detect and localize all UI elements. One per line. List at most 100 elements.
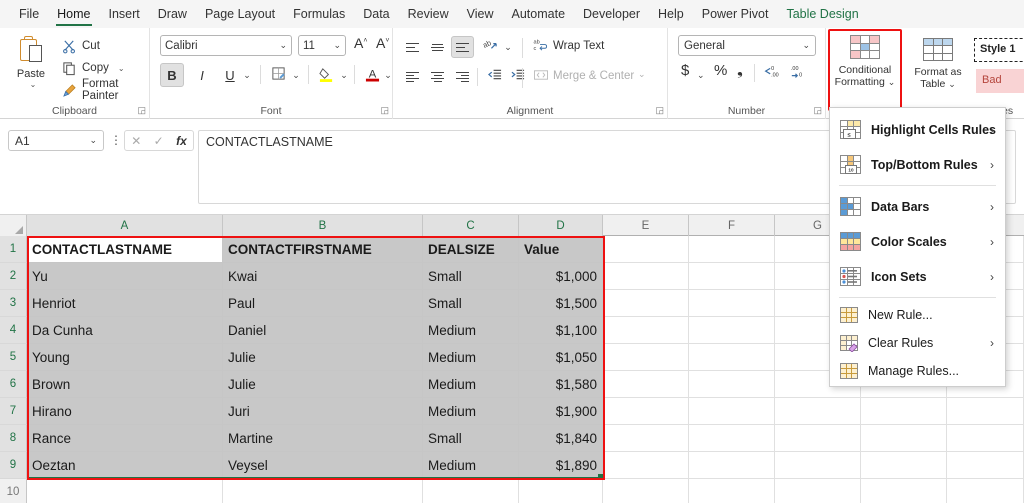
cell-style-style1[interactable]: Style 1: [974, 38, 1024, 62]
tab-data[interactable]: Data: [354, 3, 398, 25]
tab-developer[interactable]: Developer: [574, 3, 649, 25]
cell-b7[interactable]: Juri: [223, 398, 423, 425]
wrap-text-icon-btn[interactable]: ab c: [533, 36, 549, 58]
cell-g8[interactable]: [775, 425, 861, 452]
cell-e10[interactable]: [603, 479, 689, 503]
cell-c4[interactable]: Medium: [423, 317, 519, 344]
column-header-a[interactable]: A: [27, 215, 223, 236]
cell-i7[interactable]: [947, 398, 1024, 425]
cell-c2[interactable]: Small: [423, 263, 519, 290]
insert-function-icon[interactable]: fx: [176, 134, 187, 148]
tab-file[interactable]: File: [10, 3, 48, 25]
cell-h10[interactable]: [861, 479, 947, 503]
tab-view[interactable]: View: [458, 3, 503, 25]
paste-button[interactable]: Paste ⌄: [8, 34, 54, 100]
cell-a3[interactable]: Henriot: [27, 290, 223, 317]
underline-chevron-down-icon[interactable]: ⌄: [240, 63, 254, 87]
cell-e2[interactable]: [603, 263, 689, 290]
cell-f4[interactable]: [689, 317, 775, 344]
wrap-text-label[interactable]: Wrap Text: [553, 40, 604, 52]
cell-b9[interactable]: Veysel: [223, 452, 423, 479]
cell-f9[interactable]: [689, 452, 775, 479]
column-header-c[interactable]: C: [423, 215, 519, 236]
cell-c7[interactable]: Medium: [423, 398, 519, 425]
cell-g10[interactable]: [775, 479, 861, 503]
cell-i8[interactable]: [947, 425, 1024, 452]
cell-b2[interactable]: Kwai: [223, 263, 423, 290]
cell-c5[interactable]: Medium: [423, 344, 519, 371]
cell-i10[interactable]: [947, 479, 1024, 503]
row-header-9[interactable]: 9: [0, 452, 27, 479]
borders-button[interactable]: [266, 63, 290, 87]
column-header-d[interactable]: D: [519, 215, 603, 236]
copy-chevron-down-icon[interactable]: ⌄: [118, 64, 125, 73]
row-header-2[interactable]: 2: [0, 263, 27, 290]
italic-button[interactable]: I: [190, 63, 214, 87]
cell-d1[interactable]: Value: [519, 236, 603, 263]
cell-f5[interactable]: [689, 344, 775, 371]
tab-page-layout[interactable]: Page Layout: [196, 3, 284, 25]
column-header-f[interactable]: F: [689, 215, 775, 236]
cell-e1[interactable]: [603, 236, 689, 263]
row-header-6[interactable]: 6: [0, 371, 27, 398]
cell-g9[interactable]: [775, 452, 861, 479]
menu-item-icon-sets[interactable]: Icon Sets ›: [830, 259, 1005, 294]
increase-indent-button[interactable]: [506, 66, 529, 88]
column-header-b[interactable]: B: [223, 215, 423, 236]
accounting-format-button[interactable]: $: [681, 62, 689, 79]
cell-h8[interactable]: [861, 425, 947, 452]
font-size-chevron-down-icon[interactable]: ⌄: [333, 40, 341, 51]
cell-b4[interactable]: Daniel: [223, 317, 423, 344]
align-center-button[interactable]: [426, 66, 449, 88]
orientation-button[interactable]: ab: [479, 36, 502, 58]
cell-c9[interactable]: Medium: [423, 452, 519, 479]
cell-d3[interactable]: $1,500: [519, 290, 603, 317]
cell-g7[interactable]: [775, 398, 861, 425]
cell-d10[interactable]: [519, 479, 603, 503]
align-bottom-button[interactable]: [451, 36, 474, 58]
cell-d9[interactable]: $1,890: [519, 452, 603, 479]
underline-button[interactable]: U: [218, 63, 242, 87]
cell-a9[interactable]: Oeztan: [27, 452, 223, 479]
cell-d5[interactable]: $1,050: [519, 344, 603, 371]
number-format-select[interactable]: General ⌄: [678, 35, 816, 56]
borders-chevron-down-icon[interactable]: ⌄: [289, 63, 303, 87]
cell-b1[interactable]: CONTACTFIRSTNAME: [223, 236, 423, 263]
menu-item-color-scales[interactable]: Color Scales ›: [830, 224, 1005, 259]
cell-d2[interactable]: $1,000: [519, 263, 603, 290]
font-size-input[interactable]: 11 ⌄: [298, 35, 346, 56]
cell-a2[interactable]: Yu: [27, 263, 223, 290]
tab-insert[interactable]: Insert: [100, 3, 149, 25]
increase-font-size-button[interactable]: A˄: [354, 35, 367, 51]
cell-d6[interactable]: $1,580: [519, 371, 603, 398]
cell-f2[interactable]: [689, 263, 775, 290]
cell-b6[interactable]: Julie: [223, 371, 423, 398]
cell-a5[interactable]: Young: [27, 344, 223, 371]
menu-item-data-bars[interactable]: Data Bars ›: [830, 189, 1005, 224]
tab-review[interactable]: Review: [399, 3, 458, 25]
tab-help[interactable]: Help: [649, 3, 693, 25]
cell-c6[interactable]: Medium: [423, 371, 519, 398]
cell-h9[interactable]: [861, 452, 947, 479]
cell-style-bad[interactable]: Bad: [976, 69, 1024, 93]
tab-formulas[interactable]: Formulas: [284, 3, 354, 25]
tab-power-pivot[interactable]: Power Pivot: [693, 3, 778, 25]
number-format-chevron-down-icon[interactable]: ⌄: [802, 40, 810, 51]
row-header-4[interactable]: 4: [0, 317, 27, 344]
cell-e7[interactable]: [603, 398, 689, 425]
cell-e5[interactable]: [603, 344, 689, 371]
menu-item-manage-rules[interactable]: Manage Rules...: [830, 357, 1005, 385]
row-header-10[interactable]: 10: [0, 479, 27, 503]
align-right-button[interactable]: [451, 66, 474, 88]
cell-f10[interactable]: [689, 479, 775, 503]
cell-e8[interactable]: [603, 425, 689, 452]
select-all-corner[interactable]: [0, 215, 27, 236]
row-header-1[interactable]: 1: [0, 236, 27, 263]
cell-e4[interactable]: [603, 317, 689, 344]
fill-handle[interactable]: [598, 474, 603, 479]
fill-color-button[interactable]: [314, 63, 338, 87]
tab-draw[interactable]: Draw: [149, 3, 196, 25]
cell-b5[interactable]: Julie: [223, 344, 423, 371]
font-dialog-launcher-icon[interactable]: ◲: [380, 105, 389, 116]
name-box[interactable]: A1 ⌄: [8, 130, 104, 151]
